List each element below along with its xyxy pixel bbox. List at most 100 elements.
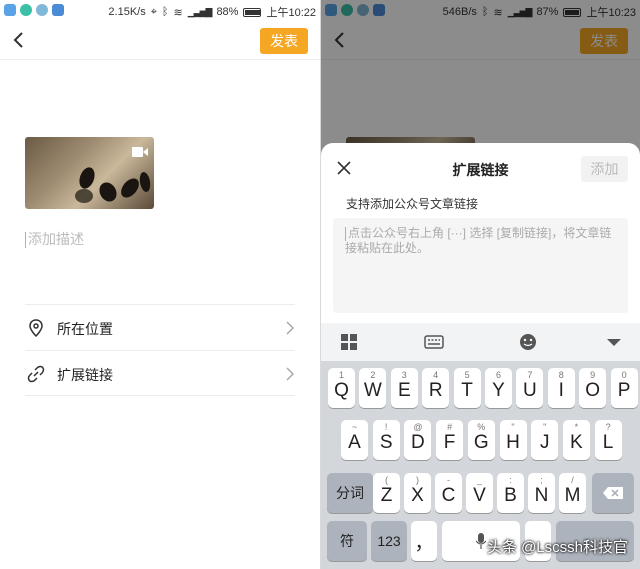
key-w[interactable]: 2W (359, 368, 387, 408)
key-label: A (348, 432, 361, 453)
key-a[interactable]: ~ A (341, 420, 368, 460)
key-secondary-label: ? (605, 422, 611, 432)
extended-link-label: 扩展链接 (57, 367, 113, 383)
app-notification-icon (20, 4, 32, 16)
key-secondary-label: 3 (401, 370, 407, 380)
split-key[interactable]: 分词 (327, 473, 373, 513)
key-label: C (441, 485, 456, 506)
backspace-key[interactable] (592, 473, 634, 513)
key-c[interactable]: -C (435, 473, 462, 513)
key-l[interactable]: ? L (594, 420, 622, 460)
key-p[interactable]: 0P (610, 368, 638, 408)
grid-menu-icon[interactable] (340, 333, 358, 351)
keyboard-icon[interactable] (424, 333, 444, 351)
collapse-keyboard-icon[interactable] (605, 333, 623, 351)
clock: 上午10:22 (266, 7, 316, 19)
key-d[interactable]: @ D (404, 420, 432, 460)
key-secondary-label: / (571, 475, 574, 485)
key-s[interactable]: ! S (372, 420, 400, 460)
comma-key[interactable]: ， (411, 521, 437, 561)
location-icon: ⌖ (150, 5, 157, 18)
app-notification-icon (4, 4, 16, 16)
key-i[interactable]: 8I (547, 368, 575, 408)
network-speed: 2.15K/s (108, 6, 146, 18)
key-label: N (534, 485, 549, 506)
key-label: O (585, 380, 601, 401)
key-o[interactable]: 9O (579, 368, 607, 408)
key-secondary-label: % (477, 422, 486, 432)
key-h[interactable]: " H (499, 420, 527, 460)
publish-button[interactable]: 发表 (260, 28, 308, 54)
modal-overlay[interactable] (321, 0, 640, 160)
key-v[interactable]: _ V (466, 473, 493, 513)
key-label: F (443, 432, 456, 453)
key-secondary-label: 0 (621, 370, 627, 380)
battery-percent: 88% (216, 6, 239, 18)
key-secondary-label: _ (476, 475, 482, 485)
extended-link-row[interactable]: 扩展链接 (25, 350, 295, 396)
key-k[interactable]: * K (562, 420, 590, 460)
key-x[interactable]: ) X (404, 473, 431, 513)
key-f[interactable]: # F (436, 420, 464, 460)
key-label: D (411, 432, 425, 453)
symbols-key[interactable]: 符 (327, 521, 367, 561)
description-placeholder: 添加描述 (28, 231, 84, 247)
status-bar: 2.15K/s ⌖ ᛒ ≋ ▁▃▅▇ 88% 上午10:22 (0, 0, 320, 22)
key-label: J (539, 432, 550, 453)
top-bar: 发表 (0, 22, 320, 60)
back-arrow-icon[interactable] (10, 30, 30, 50)
key-secondary-label: 7 (527, 370, 533, 380)
key-g[interactable]: % G (467, 420, 495, 460)
key-secondary-label: " (543, 422, 547, 432)
key-label: K (570, 432, 583, 453)
key-t[interactable]: 5T (453, 368, 481, 408)
key-m[interactable]: / M (559, 473, 586, 513)
add-button[interactable]: 添加 (581, 156, 628, 182)
key-secondary-label: ) (416, 475, 419, 485)
key-secondary-label: 9 (590, 370, 596, 380)
key-label: X (411, 485, 424, 506)
link-icon (27, 365, 45, 383)
key-j[interactable]: " J (531, 420, 559, 460)
location-row[interactable]: 所在位置 (25, 304, 295, 350)
key-u[interactable]: 7U (516, 368, 544, 408)
key-q[interactable]: 1Q (328, 368, 355, 408)
key-y[interactable]: 6Y (485, 368, 512, 408)
text-cursor (345, 226, 346, 241)
key-secondary-label: 6 (495, 370, 501, 380)
emoji-icon[interactable] (519, 333, 537, 351)
link-input-placeholder: 点击公众号右上角 [···] 选择 [复制链接]，将文章链接粘贴在此处。 (345, 226, 612, 255)
description-input[interactable]: 添加描述 (25, 229, 84, 249)
key-secondary-label: ( (385, 475, 388, 485)
link-input[interactable]: 点击公众号右上角 [···] 选择 [复制链接]，将文章链接粘贴在此处。 (333, 218, 628, 313)
right-screen: 546B/s ᛒ ≋ ▁▃▅▇ 87% 上午10:23 发表 扩展链接 添加 支… (321, 0, 640, 569)
key-b[interactable]: :B (497, 473, 524, 513)
key-label: H (506, 432, 520, 453)
key-label: E (397, 380, 411, 401)
key-label: V (473, 485, 486, 506)
battery-icon (243, 7, 262, 17)
key-label: Q (334, 380, 349, 401)
microphone-icon (475, 533, 487, 549)
key-secondary-label: @ (413, 422, 423, 432)
backspace-icon (603, 487, 623, 499)
watermark: 头条 @Lscssh科技官 (486, 539, 628, 556)
key-secondary-label: : (509, 475, 512, 485)
key-secondary-label: 5 (464, 370, 470, 380)
location-pin-icon (29, 319, 43, 337)
key-label: P (617, 380, 631, 401)
video-thumbnail[interactable] (25, 137, 154, 209)
left-screen: 2.15K/s ⌖ ᛒ ≋ ▁▃▅▇ 88% 上午10:22 发表 添加描述 所… (0, 0, 320, 569)
bluetooth-icon: ᛒ (161, 6, 169, 18)
key-secondary-label: ! (384, 422, 388, 432)
key-label: U (523, 380, 537, 401)
key-r[interactable]: 4R (422, 368, 450, 408)
app-notification-icon (52, 4, 64, 16)
key-z[interactable]: (Z (373, 473, 400, 513)
key-label: B (504, 485, 517, 506)
numbers-key[interactable]: 123 (371, 521, 407, 561)
key-e[interactable]: 3E (390, 368, 418, 408)
key-n[interactable]: ; N (528, 473, 555, 513)
key-secondary-label: 8 (558, 370, 564, 380)
chevron-right-icon (286, 367, 295, 381)
